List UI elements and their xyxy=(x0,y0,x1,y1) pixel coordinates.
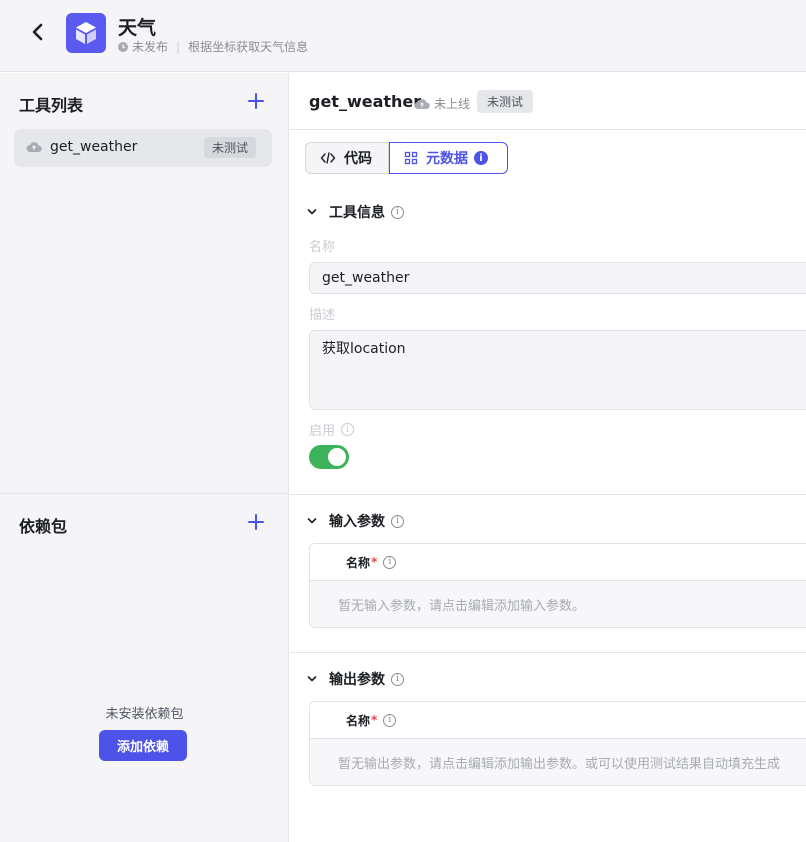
tab-metadata-label: 元数据 xyxy=(426,151,468,167)
chevron-down-icon xyxy=(307,518,317,524)
group-divider xyxy=(290,652,806,653)
tab-metadata[interactable]: 元数据 i xyxy=(389,142,508,174)
description-field-label: 描述 xyxy=(309,308,336,323)
cube-icon xyxy=(76,22,96,44)
output-params-table: 名称 * i 暂无输出参数，请点击编辑添加输出参数。或可以使用测试结果自动填充生… xyxy=(309,701,806,786)
chevron-down-icon xyxy=(307,676,317,682)
toggle-knob xyxy=(328,448,346,466)
main-panel: get_weather 未上线 未测试 代码 元数据 i 工具信息 i 名称 g… xyxy=(290,73,806,842)
cloud-icon xyxy=(414,98,430,109)
table-header: 名称 * i xyxy=(310,702,806,739)
deps-section-header: 依赖包 xyxy=(0,494,289,550)
tab-code-label: 代码 xyxy=(344,151,372,167)
info-icon: i xyxy=(474,151,488,165)
plus-icon xyxy=(248,514,264,530)
enabled-field-label: 启用 i xyxy=(309,420,355,439)
deps-title: 依赖包 xyxy=(19,517,68,536)
chevron-left-icon xyxy=(32,23,43,41)
name-field[interactable]: get_weather xyxy=(309,262,806,294)
left-panel: 工具列表 get_weather 未测试 依赖包 未安装依赖包 添加依赖 xyxy=(0,73,289,842)
publish-status: 未发布 xyxy=(132,40,169,54)
output-params-toggle[interactable]: 输出参数 i xyxy=(307,669,404,689)
input-params-empty: 暂无输入参数，请点击编辑添加输入参数。 xyxy=(310,581,806,627)
tools-title: 工具列表 xyxy=(19,96,84,115)
app-meta: 未发布 | 根据坐标获取天气信息 xyxy=(118,38,308,55)
tool-info-title: 工具信息 xyxy=(329,205,385,221)
column-name-header: 名称 xyxy=(346,713,371,728)
add-dep-plus-button[interactable] xyxy=(246,512,266,532)
input-params-toggle[interactable]: 输入参数 i xyxy=(307,511,404,531)
header-divider xyxy=(290,129,806,130)
app-description: 根据坐标获取天气信息 xyxy=(188,40,309,54)
input-params-title: 输入参数 xyxy=(329,514,385,530)
plus-icon xyxy=(248,93,264,109)
meta-divider: | xyxy=(176,39,181,54)
info-icon: i xyxy=(391,672,404,686)
app-logo xyxy=(66,13,106,53)
column-name-header: 名称 xyxy=(346,555,371,570)
back-button[interactable] xyxy=(26,20,50,44)
chevron-down-icon xyxy=(307,209,317,215)
cloud-icon xyxy=(26,142,42,152)
info-icon: i xyxy=(383,555,397,569)
deps-empty-text: 未安装依赖包 xyxy=(105,707,184,722)
clock-icon xyxy=(118,41,128,52)
output-params-title: 输出参数 xyxy=(329,672,385,688)
input-params-table: 名称 * i 暂无输入参数，请点击编辑添加输入参数。 xyxy=(309,543,806,628)
tool-info-toggle[interactable]: 工具信息 i xyxy=(307,202,404,222)
info-icon: i xyxy=(341,423,355,436)
add-tool-button[interactable] xyxy=(246,91,266,111)
online-status: 未上线 xyxy=(414,95,470,112)
description-field[interactable]: 获取location xyxy=(309,330,806,410)
info-icon: i xyxy=(383,713,397,727)
enabled-label-text: 启用 xyxy=(309,424,336,439)
output-params-empty: 暂无输出参数，请点击编辑添加输出参数。或可以使用测试结果自动填充生成 xyxy=(310,739,806,785)
tool-list-item[interactable]: get_weather 未测试 xyxy=(14,129,272,167)
tool-item-name: get_weather xyxy=(50,139,138,155)
online-status-text: 未上线 xyxy=(434,97,471,111)
add-dependency-button[interactable]: 添加依赖 xyxy=(99,730,187,761)
name-field-label: 名称 xyxy=(309,240,336,255)
info-icon: i xyxy=(391,514,404,528)
tool-item-badge: 未测试 xyxy=(204,137,257,158)
grid-icon xyxy=(404,151,418,165)
test-status-badge: 未测试 xyxy=(477,90,534,113)
tab-code[interactable]: 代码 xyxy=(305,142,389,174)
info-icon: i xyxy=(391,205,404,219)
required-mark: * xyxy=(371,555,378,569)
tab-bar: 代码 元数据 i xyxy=(305,142,508,174)
tools-section-header: 工具列表 xyxy=(0,73,289,129)
table-header: 名称 * i xyxy=(310,544,806,581)
tool-name-title: get_weather xyxy=(309,92,422,111)
app-title: 天气 xyxy=(118,17,157,39)
enabled-toggle[interactable] xyxy=(309,445,349,469)
group-divider xyxy=(290,494,806,495)
app-header: 天气 未发布 | 根据坐标获取天气信息 xyxy=(0,0,806,72)
required-mark: * xyxy=(371,713,378,727)
code-icon xyxy=(320,152,336,164)
